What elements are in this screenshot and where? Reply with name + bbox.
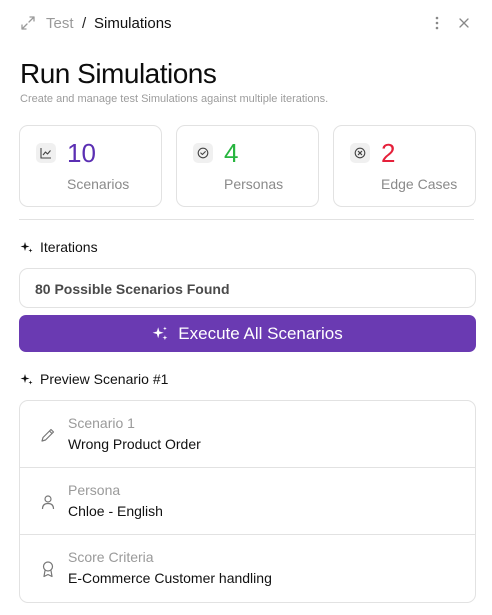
page-subtitle: Create and manage test Simulations again… [20, 93, 329, 105]
preview-row-persona[interactable]: Persona Chloe - English [20, 468, 475, 535]
breadcrumb-separator: / [82, 15, 87, 32]
top-bar: Test / Simulations [0, 0, 492, 48]
breadcrumb-parent[interactable]: Test [46, 15, 74, 32]
stat-card-personas: 4 Personas [176, 125, 319, 207]
execute-all-label: Execute All Scenarios [178, 323, 343, 343]
stat-card-edge-cases: 2 Edge Cases [333, 125, 476, 207]
divider [19, 219, 474, 220]
stat-label: Scenarios [67, 176, 130, 192]
row-value: E-Commerce Customer handling [68, 570, 272, 586]
row-label: Scenario 1 [68, 415, 135, 431]
stat-value: 10 [67, 138, 96, 168]
row-label: Score Criteria [68, 549, 154, 565]
iterations-label: Iterations [40, 239, 98, 255]
check-circle-icon [193, 143, 213, 163]
stat-card-scenarios: 10 Scenarios [19, 125, 162, 207]
sparkle-icon [20, 373, 33, 384]
award-icon [42, 561, 54, 578]
stat-label: Edge Cases [381, 176, 458, 192]
chart-icon [36, 143, 56, 163]
preview-row-scenario[interactable]: Scenario 1 Wrong Product Order [20, 401, 475, 468]
stat-label: Personas [224, 176, 284, 192]
preview-row-score-criteria[interactable]: Score Criteria E-Commerce Customer handl… [20, 535, 475, 602]
iterations-heading: Iterations [20, 239, 98, 255]
preview-heading: Preview Scenario #1 [20, 371, 168, 387]
stat-value: 4 [224, 138, 239, 168]
close-icon[interactable] [456, 15, 472, 31]
scenarios-found-box: 80 Possible Scenarios Found [19, 268, 476, 308]
expand-icon[interactable] [20, 15, 36, 31]
sparkle-icon [152, 326, 168, 340]
pencil-icon [41, 428, 55, 442]
stat-value: 2 [381, 138, 396, 168]
sparkle-icon [20, 241, 33, 252]
execute-all-button[interactable]: Execute All Scenarios [19, 315, 476, 352]
row-value: Wrong Product Order [68, 436, 201, 452]
more-vertical-icon[interactable] [430, 15, 444, 31]
row-label: Persona [68, 482, 121, 498]
preview-label: Preview Scenario #1 [40, 371, 169, 387]
breadcrumb-current: Simulations [94, 15, 172, 32]
preview-card: Scenario 1 Wrong Product Order Persona C… [19, 400, 476, 603]
x-circle-icon [350, 143, 370, 163]
row-value: Chloe - English [68, 503, 163, 519]
person-icon [41, 495, 55, 510]
page-title: Run Simulations [20, 58, 217, 89]
